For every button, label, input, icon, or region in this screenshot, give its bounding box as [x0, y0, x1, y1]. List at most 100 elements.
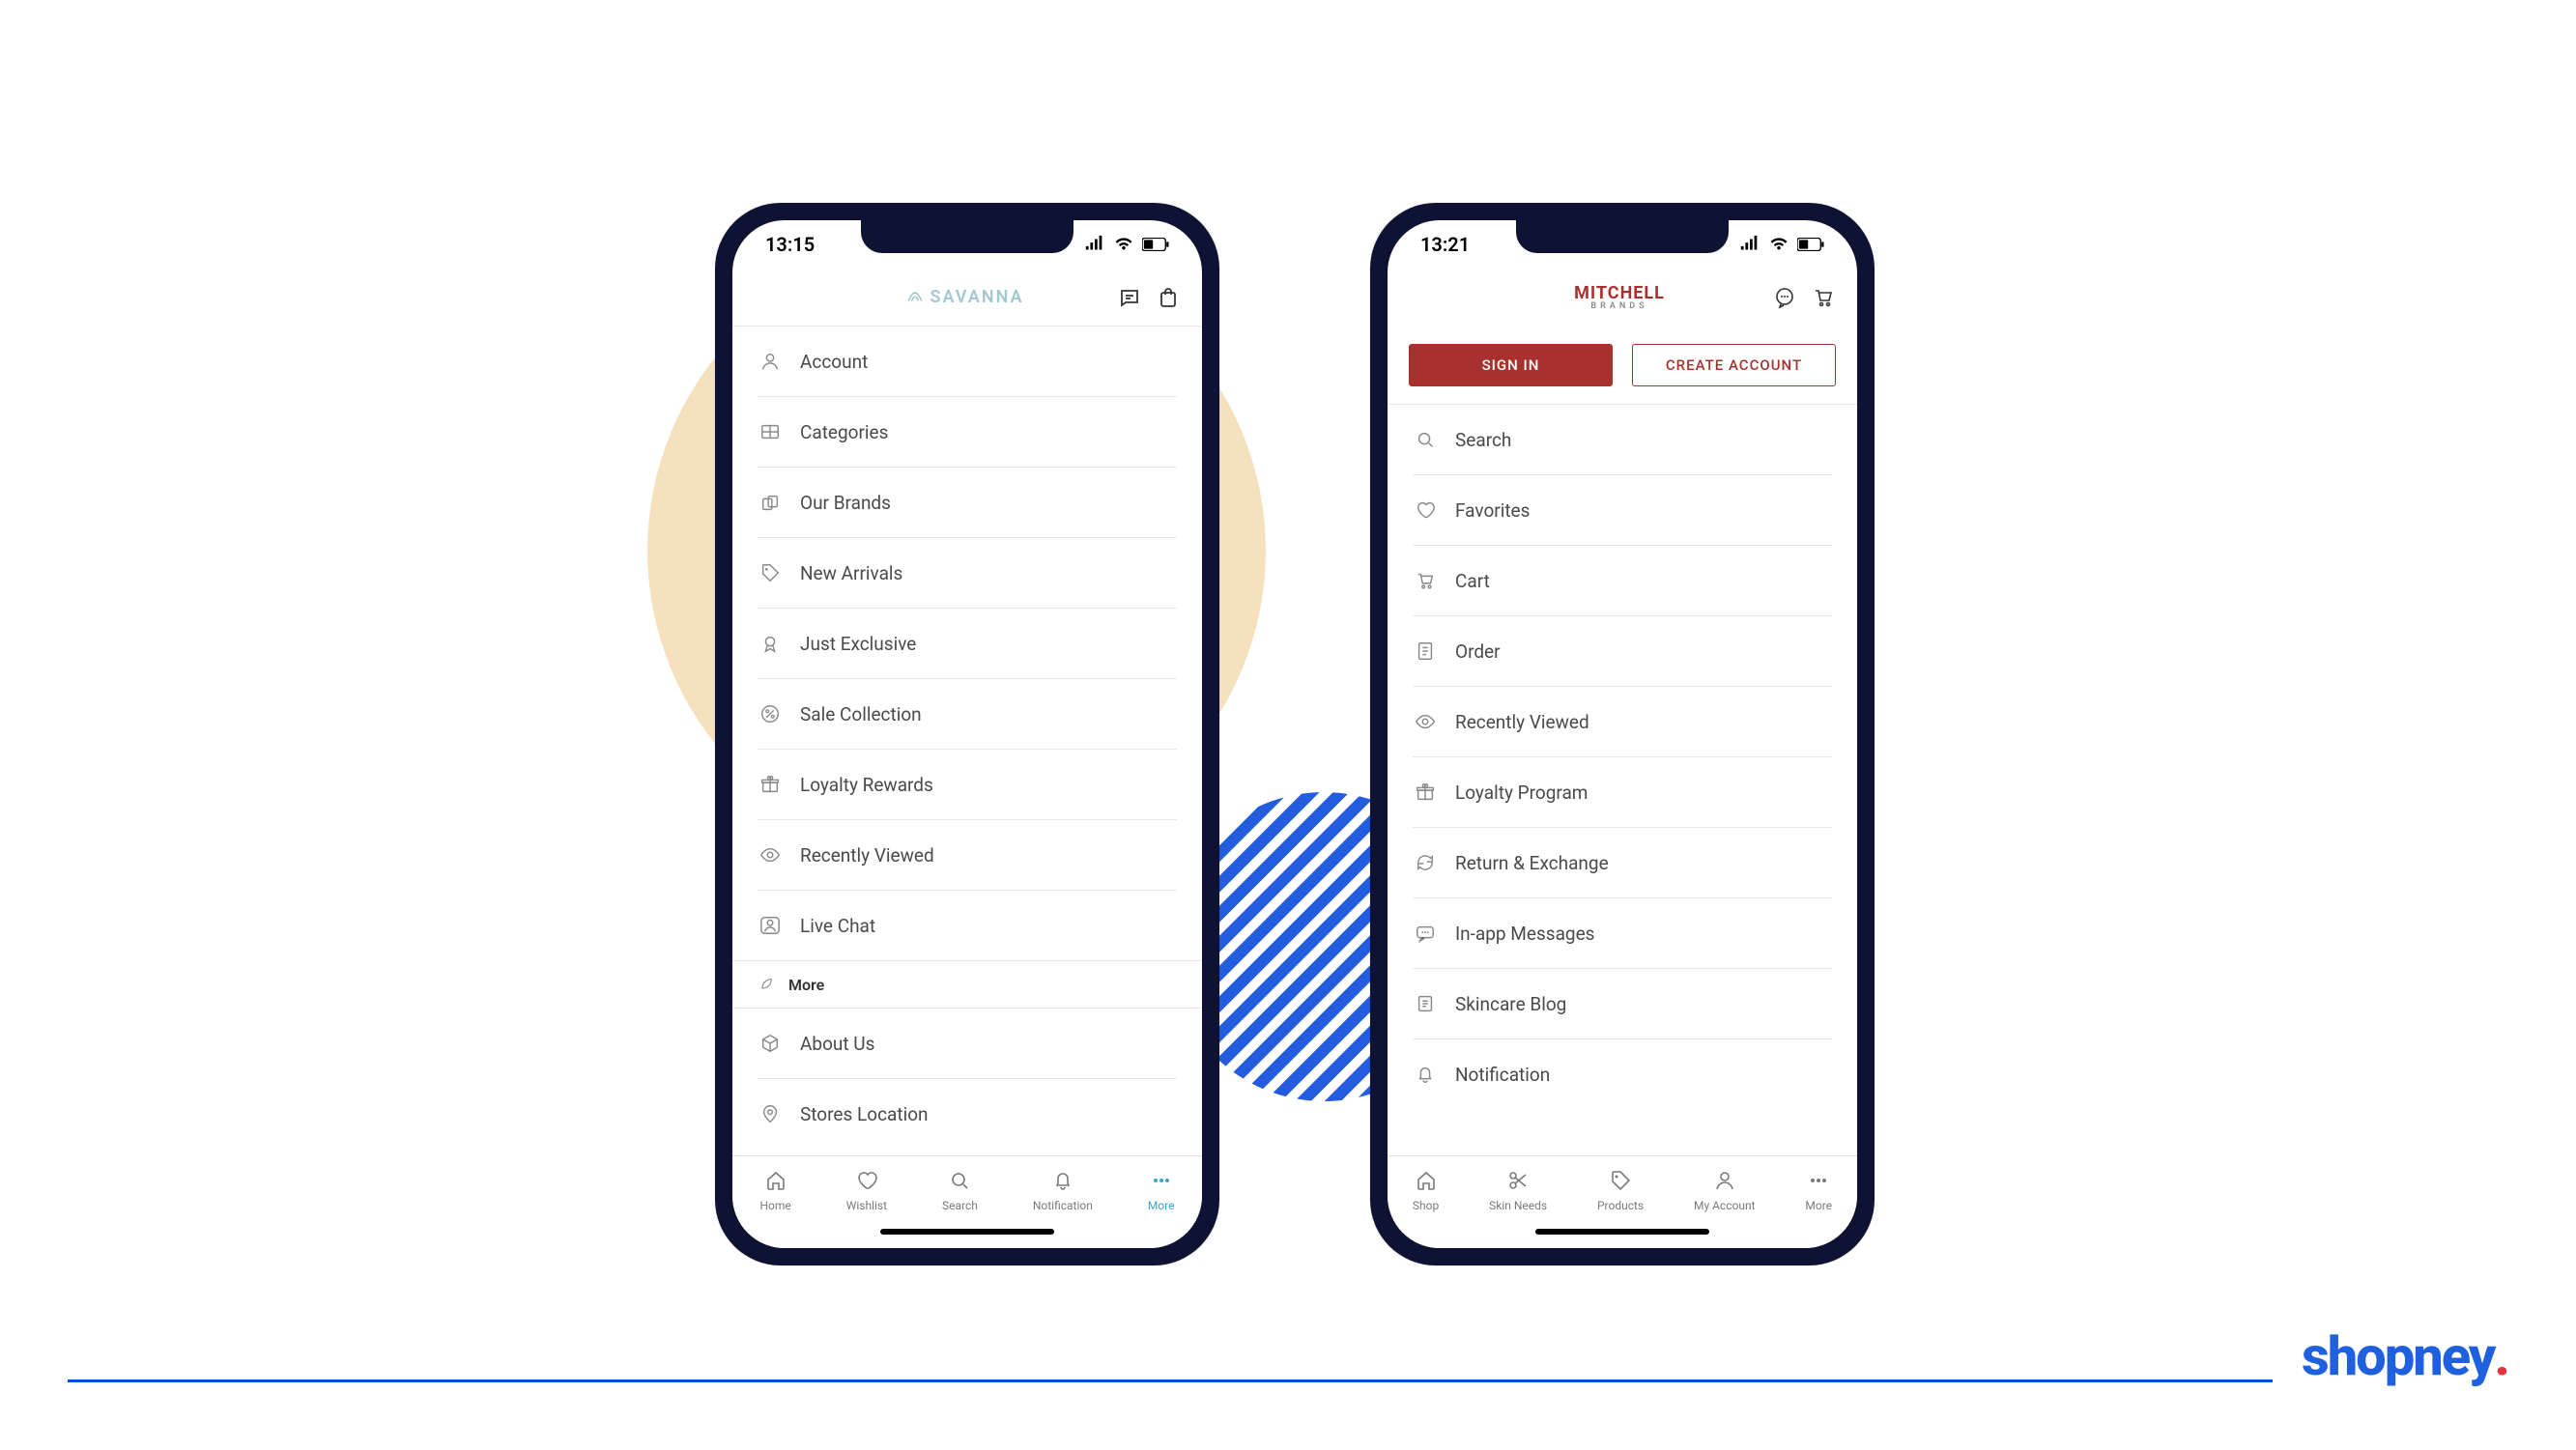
phone-mockup-savanna: 13:15 SAVANNA — [715, 203, 1219, 1265]
bell-icon — [1413, 1062, 1438, 1087]
create-account-button[interactable]: CREATE ACCOUNT — [1632, 344, 1836, 386]
menu-item-label: Order — [1455, 640, 1501, 663]
home-indicator — [880, 1229, 1054, 1235]
menu-item-loyalty-program[interactable]: Loyalty Program — [1388, 757, 1857, 827]
menu-item-about-us[interactable]: About Us — [732, 1009, 1202, 1078]
more-menu-list-savanna: About Us Stores Location — [732, 1009, 1202, 1149]
menu-item-label: Return & Exchange — [1455, 852, 1609, 874]
cart-icon[interactable] — [1811, 285, 1836, 310]
menu-item-label: Skincare Blog — [1455, 993, 1566, 1015]
user-icon — [1712, 1168, 1737, 1193]
cellular-icon — [1739, 234, 1760, 255]
more-section-label: More — [788, 976, 824, 994]
menu-item-our-brands[interactable]: Our Brands — [732, 468, 1202, 537]
chat-user-icon — [758, 913, 783, 938]
menu-item-just-exclusive[interactable]: Just Exclusive — [732, 609, 1202, 678]
tab-more[interactable]: More — [1148, 1168, 1175, 1212]
menu-item-label: Loyalty Rewards — [800, 774, 933, 796]
menu-item-label: Stores Location — [800, 1103, 929, 1125]
messages-icon[interactable] — [1117, 285, 1142, 310]
menu-item-in-app-messages[interactable]: In-app Messages — [1388, 898, 1857, 968]
menu-item-notification[interactable]: Notification — [1388, 1039, 1857, 1109]
tab-home[interactable]: Home — [759, 1168, 790, 1212]
cellular-icon — [1084, 234, 1105, 255]
menu-item-categories[interactable]: Categories — [732, 397, 1202, 467]
savanna-logo: SAVANNA — [905, 287, 1024, 307]
tab-skin-needs[interactable]: Skin Needs — [1489, 1168, 1547, 1212]
eye-icon — [758, 842, 783, 867]
tab-label: My Account — [1694, 1199, 1756, 1212]
app-header: MITCHELL BRANDS — [1388, 269, 1857, 327]
menu-item-order[interactable]: Order — [1388, 616, 1857, 686]
tab-wishlist[interactable]: Wishlist — [846, 1168, 887, 1212]
tab-products[interactable]: Products — [1597, 1168, 1644, 1212]
battery-icon — [1797, 238, 1824, 251]
menu-item-label: New Arrivals — [800, 562, 902, 584]
shopney-logo: shopney. — [2273, 1324, 2508, 1388]
tab-shop[interactable]: Shop — [1413, 1168, 1439, 1212]
menu-item-return-exchange[interactable]: Return & Exchange — [1388, 828, 1857, 897]
cart-icon — [1413, 568, 1438, 593]
gift-icon — [758, 772, 783, 797]
tab-more[interactable]: More — [1805, 1168, 1832, 1212]
menu-item-recently-viewed[interactable]: Recently Viewed — [732, 820, 1202, 890]
menu-item-recently-viewed[interactable]: Recently Viewed — [1388, 687, 1857, 756]
more-section-header: More — [732, 960, 1202, 1009]
menu-list-savanna: Account Categories Our Brands New Arrivals J… — [732, 327, 1202, 960]
tab-label: Shop — [1413, 1199, 1439, 1212]
menu-item-live-chat[interactable]: Live Chat — [732, 891, 1202, 960]
menu-item-favorites[interactable]: Favorites — [1388, 475, 1857, 545]
user-icon — [758, 349, 783, 374]
wifi-icon — [1768, 234, 1789, 255]
bell-icon — [1050, 1168, 1075, 1193]
cube-icon — [758, 1031, 783, 1056]
tag-icon — [758, 560, 783, 585]
menu-item-label: Just Exclusive — [800, 633, 916, 655]
menu-item-label: Loyalty Program — [1455, 782, 1588, 804]
sign-in-button[interactable]: SIGN IN — [1409, 344, 1613, 386]
gift-icon — [1413, 780, 1438, 805]
tab-my-account[interactable]: My Account — [1694, 1168, 1756, 1212]
menu-item-account[interactable]: Account — [732, 327, 1202, 396]
tab-label: Search — [942, 1199, 978, 1212]
menu-item-cart[interactable]: Cart — [1388, 546, 1857, 615]
menu-item-search[interactable]: Search — [1388, 405, 1857, 474]
home-indicator — [1535, 1229, 1709, 1235]
menu-item-label: Search — [1455, 429, 1511, 451]
home-icon — [1414, 1168, 1439, 1193]
menu-item-sale-collection[interactable]: Sale Collection — [732, 679, 1202, 749]
menu-item-label: Cart — [1455, 570, 1490, 592]
home-icon — [763, 1168, 788, 1193]
tab-label: Products — [1597, 1199, 1644, 1212]
percent-icon — [758, 701, 783, 726]
heart-icon — [854, 1168, 879, 1193]
footer-divider — [68, 1379, 2508, 1382]
tab-label: Notification — [1033, 1199, 1093, 1212]
search-icon — [1413, 427, 1438, 452]
tag-icon — [1608, 1168, 1633, 1193]
app-header: SAVANNA — [732, 269, 1202, 327]
menu-item-label: About Us — [800, 1033, 874, 1055]
chat-icon[interactable] — [1772, 285, 1797, 310]
menu-item-label: Favorites — [1455, 499, 1530, 522]
search-icon — [947, 1168, 972, 1193]
menu-item-label: Sale Collection — [800, 703, 922, 725]
status-time: 13:21 — [1420, 233, 1470, 256]
tab-notification[interactable]: Notification — [1033, 1168, 1093, 1212]
menu-item-skincare-blog[interactable]: Skincare Blog — [1388, 969, 1857, 1038]
doc-icon — [1413, 991, 1438, 1016]
heart-icon — [1413, 498, 1438, 523]
wifi-icon — [1113, 234, 1134, 255]
menu-item-stores-location[interactable]: Stores Location — [732, 1079, 1202, 1149]
dots-icon — [1806, 1168, 1831, 1193]
bag-icon[interactable] — [1156, 285, 1181, 310]
chat-icon — [1413, 921, 1438, 946]
menu-item-label: Account — [800, 351, 868, 373]
menu-item-new-arrivals[interactable]: New Arrivals — [732, 538, 1202, 608]
tab-search[interactable]: Search — [942, 1168, 978, 1212]
phone-notch — [1516, 220, 1729, 253]
menu-list-mitchell: Search Favorites Cart Order Recently Viewed L… — [1388, 405, 1857, 1109]
menu-item-label: Our Brands — [800, 492, 891, 514]
menu-item-loyalty-rewards[interactable]: Loyalty Rewards — [732, 750, 1202, 819]
menu-item-label: Recently Viewed — [800, 844, 934, 867]
